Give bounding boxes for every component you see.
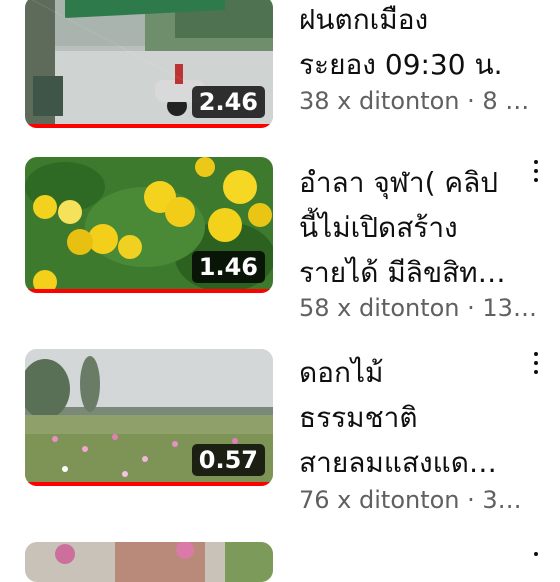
video-meta: 58 x ditonton · 13…	[299, 294, 537, 322]
video-item[interactable]	[0, 540, 560, 582]
video-meta: 38 x ditonton · 8 h…	[299, 87, 539, 115]
watch-progress	[25, 482, 273, 486]
watch-progress	[25, 124, 273, 128]
video-title-line: รายได้ มีลิขสิท…	[299, 256, 506, 289]
flowers-house-image	[25, 542, 273, 582]
video-thumbnail[interactable]: 0.57	[25, 349, 273, 486]
video-duration: 1.46	[191, 251, 265, 283]
video-item[interactable]: 1.46 อำลา จุฬา( คลิป นี้ไม่เปิดสร้าง ราย…	[0, 150, 560, 340]
video-title-line: นี้ไม่เปิดสร้าง	[299, 211, 458, 244]
video-title-line: ธรรมชาติ	[299, 401, 418, 434]
video-thumbnail[interactable]: 1.46	[25, 157, 273, 293]
video-duration: 2.46	[191, 86, 265, 118]
video-title-line: สายลมแสงแด…	[299, 446, 497, 479]
video-thumbnail[interactable]	[25, 542, 273, 582]
more-vert-icon[interactable]	[522, 158, 550, 188]
video-title-line: อำลา จุฬา( คลิป	[299, 166, 499, 199]
video-title[interactable]: ฝนตกเมือง ระยอง 09:30 น.	[299, 0, 521, 87]
video-title[interactable]: ดอกไม้ ธรรมชาติ สายลมแสงแด…	[299, 350, 521, 485]
video-title-line: ดอกไม้	[299, 356, 384, 389]
video-item[interactable]: 0.57 ดอกไม้ ธรรมชาติ สายลมแสงแด… 76 x di…	[0, 340, 560, 530]
video-item[interactable]: 2.46 ฝนตกเมือง ระยอง 09:30 น. 38 x diton…	[0, 0, 560, 150]
watch-progress	[25, 289, 273, 293]
video-title-line: ฝนตกเมือง	[299, 3, 429, 36]
video-title-line: ระยอง 09:30 น.	[299, 48, 503, 81]
more-vert-icon[interactable]	[522, 350, 550, 380]
video-thumbnail[interactable]: 2.46	[25, 0, 273, 128]
video-list: 2.46 ฝนตกเมือง ระยอง 09:30 น. 38 x diton…	[0, 0, 560, 582]
more-vert-icon[interactable]	[522, 550, 550, 580]
video-title[interactable]: อำลา จุฬา( คลิป นี้ไม่เปิดสร้าง รายได้ ม…	[299, 160, 521, 295]
video-duration: 0.57	[191, 444, 265, 476]
video-meta: 76 x ditonton · 3…	[299, 486, 522, 514]
